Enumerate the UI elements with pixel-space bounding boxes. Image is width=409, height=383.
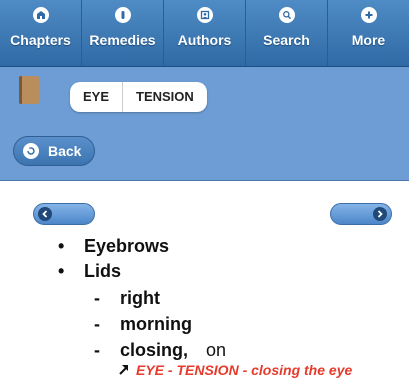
cross-reference-text: EYE - TENSION - closing the eye xyxy=(136,362,353,378)
top-tab-bar: Chapters Remedies Authors Search More xyxy=(0,0,409,67)
rubric-label: right xyxy=(120,288,160,308)
book-icon xyxy=(19,76,39,104)
bullet: • xyxy=(58,236,65,256)
authors-icon xyxy=(196,7,213,23)
tab-label: Remedies xyxy=(89,32,156,48)
dash: - xyxy=(94,314,100,334)
rubric-subitem[interactable]: - right xyxy=(94,288,160,309)
chapter-header: EYE TENSION Back xyxy=(0,67,409,181)
rubric-label: morning xyxy=(120,314,192,334)
tab-search[interactable]: Search xyxy=(246,0,328,66)
previous-button[interactable] xyxy=(33,203,95,225)
chapters-icon xyxy=(32,7,49,23)
tab-label: More xyxy=(351,32,386,48)
dash: - xyxy=(94,288,100,308)
rubric-label: Eyebrows xyxy=(84,236,170,256)
rubric-subitem[interactable]: - morning xyxy=(94,314,192,335)
rubric-label: Lids xyxy=(84,261,122,281)
rubric-subitem[interactable]: - closing, on xyxy=(94,340,226,361)
tab-chapters[interactable]: Chapters xyxy=(0,0,82,66)
rubric-modifier: on xyxy=(206,340,227,360)
chevron-left-icon xyxy=(38,207,52,221)
cross-reference-link[interactable]: EYE - TENSION - closing the eye xyxy=(118,362,352,378)
back-label: Back xyxy=(48,143,82,159)
chevron-right-icon xyxy=(373,207,387,221)
rubric-item[interactable]: • Eyebrows xyxy=(58,236,169,257)
next-button[interactable] xyxy=(330,203,392,225)
bullet: • xyxy=(58,261,65,281)
search-icon xyxy=(278,7,295,23)
back-arrow-icon xyxy=(23,143,39,159)
rubric-label: closing, xyxy=(120,340,189,360)
tab-authors[interactable]: Authors xyxy=(164,0,246,66)
arrow-up-right-icon xyxy=(118,362,130,378)
breadcrumb-item-tension[interactable]: TENSION xyxy=(122,82,207,112)
tab-remedies[interactable]: Remedies xyxy=(82,0,164,66)
tab-label: Authors xyxy=(177,32,232,48)
tab-label: Chapters xyxy=(10,32,71,48)
dash: - xyxy=(94,340,100,360)
plus-icon xyxy=(360,7,377,23)
remedies-icon xyxy=(114,7,131,23)
breadcrumb-item-eye[interactable]: EYE xyxy=(70,82,122,112)
tab-label: Search xyxy=(263,32,310,48)
rubric-item[interactable]: • Lids xyxy=(58,261,121,282)
rubric-content: • Eyebrows • Lids - right - morning - closing… xyxy=(0,181,409,383)
breadcrumb: EYE TENSION xyxy=(70,82,207,112)
tab-more[interactable]: More xyxy=(328,0,409,66)
back-button[interactable]: Back xyxy=(13,136,95,166)
